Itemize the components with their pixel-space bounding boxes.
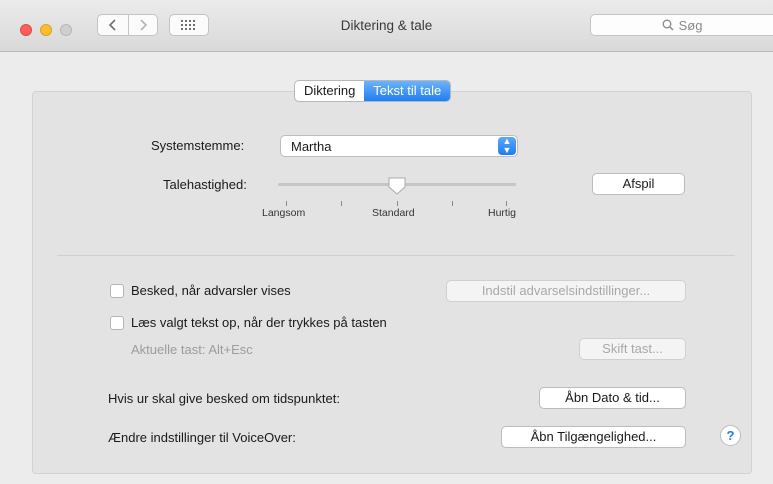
alerts-label: Besked, når advarsler vises [131,283,291,298]
alert-settings-button[interactable]: Indstil advarselsindstillinger... [446,280,686,302]
alerts-checkbox[interactable] [110,284,124,298]
open-accessibility-button[interactable]: Åbn Tilgængelighed... [501,426,686,448]
slider-tick [452,201,453,206]
slider-tick [286,201,287,206]
speech-rate-slider-thumb[interactable] [387,176,407,196]
clock-label: Hvis ur skal give besked om tidspunktet: [108,391,340,406]
slider-tick [397,201,398,206]
speak-selected-label: Læs valgt tekst op, når der trykkes på t… [131,315,387,330]
slider-tick [341,201,342,206]
help-button[interactable]: ? [720,425,741,446]
current-key-label: Aktuelle tast: Alt+Esc [131,342,253,357]
change-key-button[interactable]: Skift tast... [579,338,686,360]
divider [57,255,735,256]
rate-label: Talehastighed: [163,177,247,192]
slider-tick [506,201,507,206]
rate-slow-label: Langsom [262,207,306,219]
voiceover-label: Ændre indstillinger til VoiceOver: [108,430,296,445]
popup-arrows-icon: ▲ ▼ [498,137,516,155]
rate-normal-label: Standard [372,207,415,219]
search-placeholder: Søg [678,17,703,33]
play-button[interactable]: Afspil [592,173,685,195]
search-field[interactable]: Søg [590,14,773,36]
voice-value: Martha [291,139,332,154]
open-date-time-button[interactable]: Åbn Dato & tid... [539,387,686,409]
tab-tekst-til-tale[interactable]: Tekst til tale [364,81,451,101]
title-bar: Diktering & tale Søg [0,0,773,52]
voice-label: Systemstemme: [151,138,245,153]
rate-fast-label: Hurtig [488,207,517,219]
tab-control: Diktering Tekst til tale [294,80,452,102]
voice-popup[interactable]: Martha ▲ ▼ [280,135,518,157]
tab-diktering[interactable]: Diktering [295,81,364,101]
search-icon [662,19,674,31]
speak-selected-checkbox[interactable] [110,316,124,330]
